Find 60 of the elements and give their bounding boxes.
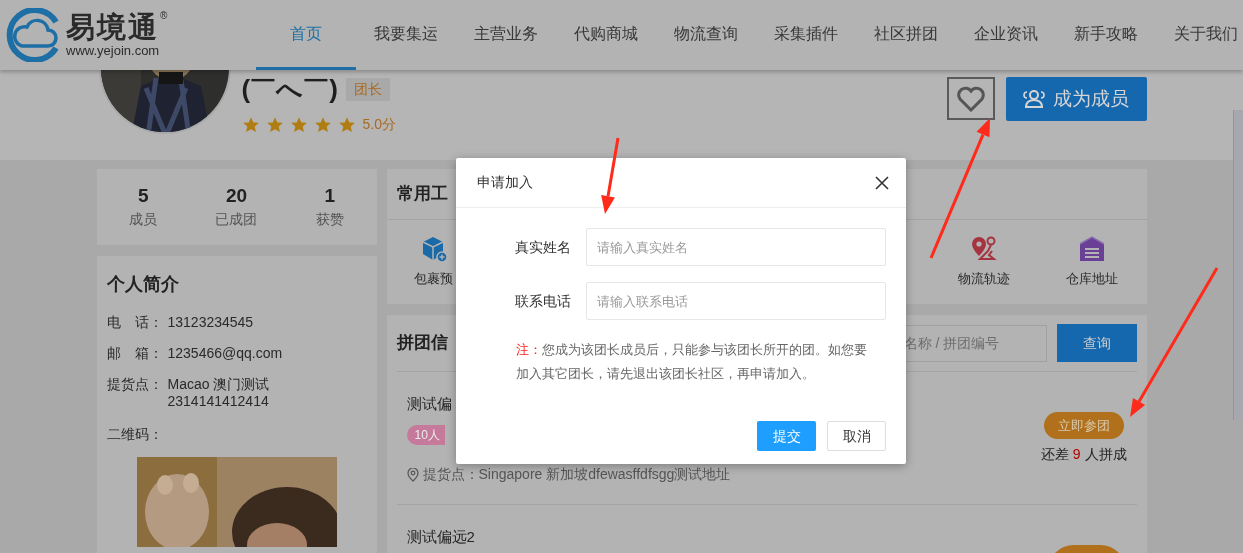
become-member-button[interactable]: 成为成员 (1005, 77, 1147, 121)
registered-mark: ® (160, 11, 168, 21)
field-label: 邮 箱： (106, 345, 164, 362)
field-label: 真实姓名 (514, 237, 571, 257)
tool-link[interactable]: 包裹预 (414, 269, 454, 289)
field-label: 电 话： (106, 314, 164, 331)
nav-link[interactable]: 物流查询 (656, 0, 756, 70)
location-pin-icon (406, 467, 419, 482)
warehouse-icon (1078, 235, 1107, 264)
remaining-count: 还差 9 人拼成 (1040, 445, 1127, 464)
logo-url: www.yejoin.com (66, 43, 161, 59)
stat-label: 已成团 (215, 210, 258, 229)
pickup-address: 提货点：Singapore 新加坡dfewasffdfsgg测试地址 (422, 465, 731, 484)
stat-value: 20 (225, 184, 248, 208)
user-name: (￣へ￣) (241, 74, 338, 104)
nav-link[interactable]: 采集插件 (756, 0, 856, 70)
nav-link[interactable]: 新手攻略 (1056, 0, 1156, 70)
close-button[interactable] (874, 174, 890, 191)
field-value: 13123234545 (167, 314, 255, 331)
group-title: 测试偏远2 (406, 527, 475, 547)
text-field[interactable]: 请输入真实姓名 (586, 228, 886, 266)
notice-text: 注：您成为该团长成员后，只能参与该团长所开的团。如您要加入其它团长，请先退出该团长社区，再申请加入。 (516, 341, 868, 383)
dialog-title: 申请加入 (477, 173, 533, 192)
tool-link[interactable]: 仓库地址 (1066, 269, 1119, 289)
field-label: 二维码： (106, 426, 164, 443)
heart-icon (955, 85, 986, 112)
field-label: 提货点： (106, 376, 164, 394)
stat-value: 1 (324, 184, 336, 208)
close-icon (875, 175, 889, 190)
field-value: Macao 澳门测试 2314141412414 (167, 376, 271, 410)
search-button[interactable]: 查询 (1056, 324, 1137, 362)
cancel-button[interactable]: 取消 (827, 421, 886, 451)
stat-label: 获赞 (315, 210, 344, 229)
star-icon (289, 115, 308, 134)
star-icon (337, 115, 356, 134)
nav-link[interactable]: 企业资讯 (956, 0, 1056, 70)
nav-link[interactable]: 社区拼团 (856, 0, 956, 70)
stat-value: 5 (137, 184, 149, 208)
logo-text: 易境通 (66, 11, 159, 43)
nav-link[interactable]: 主营业务 (456, 0, 556, 70)
text-field[interactable]: 请输入联系电话 (586, 282, 886, 320)
bio-title: 个人简介 (106, 273, 180, 296)
role-badge: 团长 (345, 77, 390, 101)
field-label: 联系电话 (514, 291, 571, 311)
star-icon (241, 115, 260, 134)
card-title: 常用工 (396, 183, 448, 206)
favorite-button[interactable] (946, 77, 995, 120)
stat-label: 成员 (129, 210, 158, 229)
group-title: 测试偏 (406, 394, 453, 414)
nav-link[interactable]: 关于我们 (1156, 0, 1243, 70)
rating-score: 5.0分 (362, 115, 396, 134)
tool-link[interactable]: 物流轨迹 (957, 269, 1010, 289)
field-value: 1235466@qq.com (167, 345, 284, 362)
star-icon (265, 115, 284, 134)
users-icon (1023, 89, 1045, 109)
group-size-tag: 10人 (406, 425, 445, 445)
nav-link[interactable]: 代购商城 (556, 0, 656, 70)
card-title: 拼团信 (396, 332, 448, 355)
nav-link[interactable]: 我要集运 (356, 0, 456, 70)
star-icon (313, 115, 332, 134)
